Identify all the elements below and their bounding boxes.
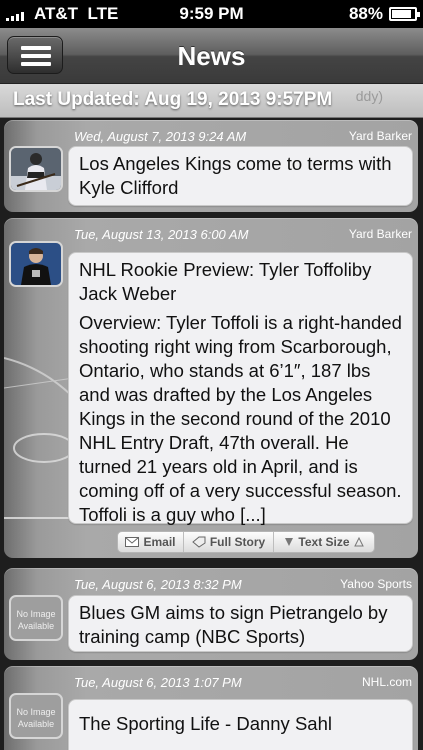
full-story-label: Full Story [209, 535, 266, 549]
article-thumbnail[interactable] [9, 146, 63, 192]
last-updated-bar: ddy) Last Updated: Aug 19, 2013 9:57PM [0, 84, 423, 118]
text-size-large-icon [353, 537, 364, 547]
article-action-bar: Email Full Story Text Size [117, 531, 375, 553]
news-feed[interactable]: Wed, August 7, 2013 9:24 AM Yard Barker … [0, 118, 423, 750]
battery-icon [389, 7, 420, 21]
news-card[interactable]: Tue, August 6, 2013 1:07 PM NHL.com No I… [4, 666, 418, 750]
article-date: Wed, August 7, 2013 9:24 AM [74, 129, 247, 144]
article-summary: Overview: Tyler Toffoli is a right-hande… [79, 312, 402, 525]
rink-watermark-icon [4, 357, 74, 519]
article-title: The Sporting Life - Danny Sahl [79, 713, 332, 734]
no-image-placeholder: No Image Available [9, 595, 63, 641]
article-source: Yard Barker [348, 227, 412, 241]
article-source: Yahoo Sports [340, 577, 412, 591]
article-thumbnail[interactable] [9, 241, 63, 287]
page-title: News [177, 41, 246, 71]
tag-icon [192, 536, 206, 548]
news-card[interactable]: Wed, August 7, 2013 9:24 AM Yard Barker … [4, 120, 418, 212]
player-photo-icon [11, 243, 61, 285]
text-size-small-icon [285, 538, 294, 546]
status-bar: AT&T LTE 9:59 PM 88% [0, 0, 423, 28]
nav-bar: News [0, 28, 423, 84]
article-date: Tue, August 6, 2013 1:07 PM [74, 675, 242, 690]
last-updated-label: Last Updated: Aug 19, 2013 9:57PM [13, 89, 333, 110]
email-label: Email [143, 535, 176, 549]
article-date: Tue, August 13, 2013 6:00 AM [74, 227, 249, 242]
email-button[interactable]: Email [118, 532, 184, 552]
news-card-expanded[interactable]: Tue, August 13, 2013 6:00 AM Yard Barker… [4, 218, 418, 558]
envelope-icon [125, 537, 140, 547]
no-image-placeholder: No Image Available [9, 693, 63, 739]
text-size-button[interactable]: Text Size [274, 532, 374, 552]
scrolled-text-fragment: ddy) [355, 88, 383, 104]
article-date: Tue, August 6, 2013 8:32 PM [74, 577, 242, 592]
article-title: Los Angeles Kings come to terms with Kyl… [79, 153, 392, 198]
battery-percent: 88% [348, 4, 383, 23]
full-story-button[interactable]: Full Story [184, 532, 274, 552]
article-headline-bubble[interactable]: The Sporting Life - Danny Sahl [68, 699, 413, 750]
news-card[interactable]: Tue, August 6, 2013 8:32 PM Yahoo Sports… [4, 568, 418, 660]
article-headline-bubble[interactable]: Blues GM aims to sign Pietrangelo by tra… [68, 595, 413, 652]
text-size-label: Text Size [298, 535, 350, 549]
article-title: NHL Rookie Preview: Tyler Toffoliby Jack… [79, 259, 372, 304]
article-title: Blues GM aims to sign Pietrangelo by tra… [79, 602, 388, 647]
article-source: NHL.com [361, 675, 412, 689]
player-photo-icon [11, 148, 61, 190]
article-content-bubble[interactable]: NHL Rookie Preview: Tyler Toffoliby Jack… [68, 252, 413, 525]
article-headline-bubble[interactable]: Los Angeles Kings come to terms with Kyl… [68, 146, 413, 206]
article-source: Yard Barker [348, 129, 412, 143]
